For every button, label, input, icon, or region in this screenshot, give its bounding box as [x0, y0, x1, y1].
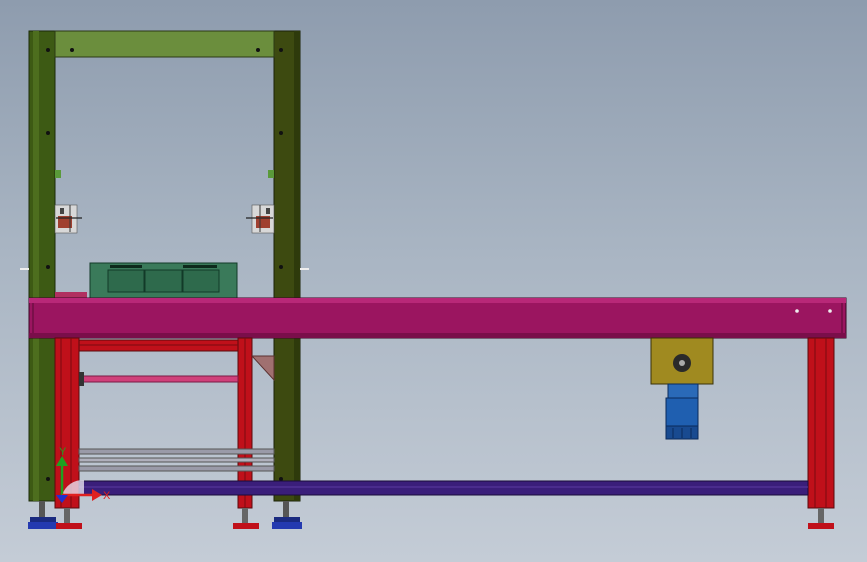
- right-leg[interactable]: [807, 337, 835, 509]
- left-bracket: [55, 170, 61, 178]
- lower-rails: [78, 448, 275, 472]
- foot-mid-leg: [233, 508, 259, 529]
- conveyor-beam[interactable]: [28, 297, 847, 339]
- y-axis-label: Y: [59, 446, 67, 458]
- left-column[interactable]: [28, 30, 56, 502]
- foot-left-leg: [56, 508, 82, 529]
- right-gripper[interactable]: [246, 204, 275, 234]
- top-crossbeam[interactable]: [54, 30, 275, 58]
- foot-right-leg: [808, 508, 834, 529]
- right-column[interactable]: [273, 30, 301, 502]
- cad-viewport[interactable]: Y X: [0, 0, 867, 562]
- crate[interactable]: [89, 262, 238, 299]
- right-bracket: [268, 170, 274, 178]
- x-axis-label: X: [103, 490, 111, 502]
- drive-motor[interactable]: [665, 383, 699, 440]
- stop-block: [55, 292, 87, 298]
- shaft-bearing: [79, 372, 84, 386]
- gearbox[interactable]: [650, 337, 714, 385]
- foot-left-column: [28, 501, 58, 529]
- bottom-rail[interactable]: [78, 480, 809, 496]
- corner-brace: [250, 355, 275, 382]
- assembly-drawing: Y X: [20, 30, 847, 529]
- foot-right-column: [272, 501, 302, 529]
- drive-shaft: [81, 375, 239, 383]
- left-gripper[interactable]: [54, 204, 82, 234]
